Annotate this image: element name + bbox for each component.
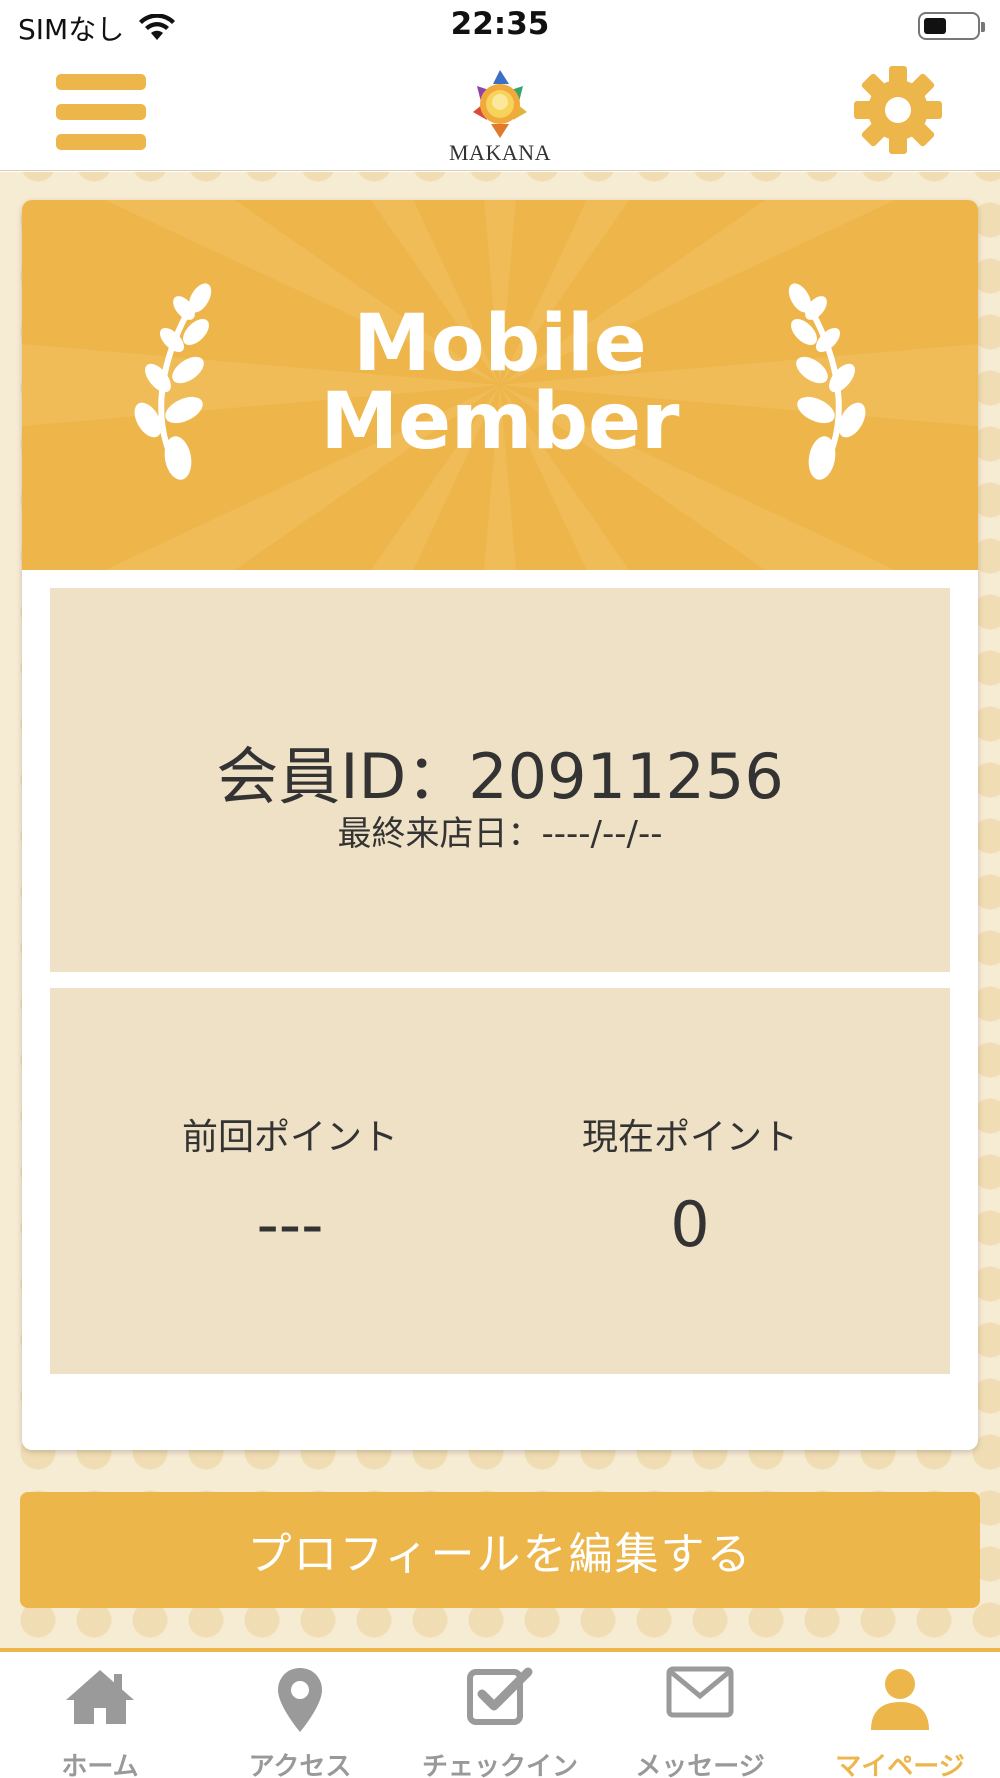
- tab-mypage[interactable]: マイページ: [800, 1652, 1000, 1778]
- tab-label: メッセージ: [635, 1752, 765, 1778]
- checkbox-icon: [467, 1667, 533, 1725]
- member-id: 会員ID：20911256: [216, 740, 784, 813]
- envelope-icon: [666, 1666, 734, 1718]
- location-pin-icon: [278, 1668, 322, 1732]
- status-bar: SIMなし 22:35: [0, 0, 1000, 56]
- gear-icon[interactable]: [852, 64, 944, 156]
- last-visit-date: 最終来店日：----/--/--: [337, 814, 663, 854]
- member-card: Mobile Member 会員ID：20911256 最終来店日：----/-…: [22, 200, 978, 1450]
- previous-points-value: ---: [256, 1188, 324, 1261]
- previous-points: 前回ポイント ---: [80, 1108, 500, 1261]
- home-icon: [66, 1670, 134, 1724]
- laurel-right-icon: [788, 283, 866, 480]
- current-points-value: 0: [670, 1188, 710, 1261]
- user-icon: [871, 1669, 929, 1730]
- previous-points-label: 前回ポイント: [181, 1117, 398, 1158]
- makana-logo: MAKANA: [440, 62, 560, 166]
- points-panel: 前回ポイント --- 現在ポイント 0: [50, 988, 950, 1374]
- tab-checkin[interactable]: チェックイン: [400, 1652, 600, 1778]
- tab-home[interactable]: ホーム: [0, 1652, 200, 1778]
- hamburger-menu-icon[interactable]: [56, 72, 146, 152]
- current-points: 現在ポイント 0: [480, 1108, 900, 1261]
- edit-profile-button[interactable]: プロフィールを編集する: [20, 1492, 980, 1608]
- card-banner: Mobile Member: [22, 200, 978, 570]
- app-header: MAKANA: [0, 56, 1000, 171]
- tab-access[interactable]: アクセス: [200, 1652, 400, 1778]
- tab-label: アクセス: [248, 1752, 352, 1778]
- logo-emblem-icon: [473, 70, 527, 138]
- tab-label: チェックイン: [421, 1752, 578, 1778]
- status-time: 22:35: [450, 6, 550, 42]
- member-id-panel: 会員ID：20911256 最終来店日：----/--/--: [50, 588, 950, 972]
- tab-message[interactable]: メッセージ: [600, 1652, 800, 1778]
- battery-icon: [918, 12, 985, 40]
- logo-text: MAKANA: [449, 140, 551, 165]
- current-points-label: 現在ポイント: [581, 1117, 798, 1158]
- tab-label: マイページ: [835, 1752, 965, 1778]
- tab-bar: ホーム アクセス チェックイン メッセージ マイページ: [0, 1648, 1000, 1778]
- tab-label: ホーム: [61, 1752, 139, 1778]
